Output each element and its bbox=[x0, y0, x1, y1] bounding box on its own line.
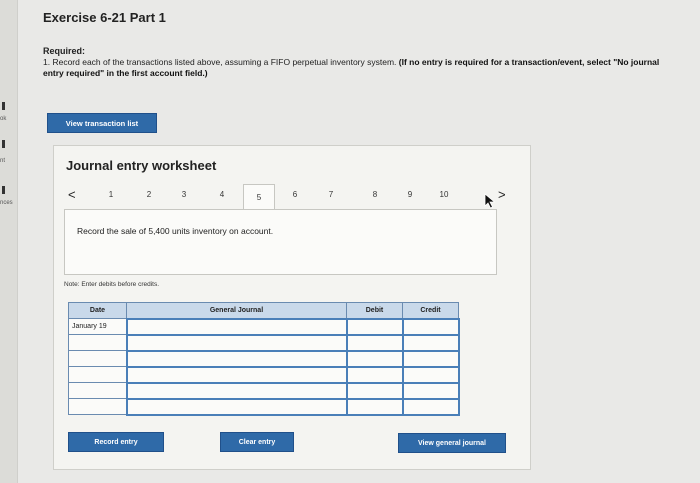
required-label: Required: bbox=[43, 46, 86, 56]
sidebar-bar-icon bbox=[2, 102, 5, 110]
worksheet-pager: < 1 2 3 4 5 6 7 8 9 10 > bbox=[62, 184, 522, 210]
page-2[interactable]: 2 bbox=[142, 190, 156, 199]
journal-table: Date General Journal Debit Credit Januar… bbox=[68, 302, 460, 416]
transaction-description: Record the sale of 5,400 units inventory… bbox=[77, 226, 274, 236]
date-cell bbox=[68, 382, 127, 399]
table-row: January 19 bbox=[68, 317, 460, 336]
mouse-cursor-icon bbox=[484, 193, 496, 209]
sidebar-mark-0: ok bbox=[0, 116, 7, 122]
credit-column-header: Credit bbox=[402, 302, 459, 319]
page-9[interactable]: 9 bbox=[403, 190, 417, 199]
debit-input[interactable] bbox=[345, 317, 404, 336]
sidebar-bar-icon bbox=[2, 186, 5, 194]
page-4[interactable]: 4 bbox=[215, 190, 229, 199]
instruction-text: 1. Record each of the transactions liste… bbox=[43, 57, 399, 67]
transaction-description-box: Record the sale of 5,400 units inventory… bbox=[64, 209, 497, 275]
general-journal-column-header: General Journal bbox=[126, 302, 347, 319]
date-cell bbox=[68, 334, 127, 351]
table-row bbox=[68, 333, 460, 352]
record-entry-button[interactable]: Record entry bbox=[68, 432, 164, 452]
debit-input[interactable] bbox=[345, 349, 404, 368]
credit-input[interactable] bbox=[401, 365, 460, 384]
prev-page-arrow-icon[interactable]: < bbox=[68, 187, 76, 202]
sidebar-mark-2: nces bbox=[0, 200, 13, 206]
page-5-active[interactable]: 5 bbox=[243, 184, 275, 210]
account-input[interactable] bbox=[125, 365, 348, 384]
clear-entry-button[interactable]: Clear entry bbox=[220, 432, 294, 452]
account-input[interactable] bbox=[125, 381, 348, 400]
journal-header-row: Date General Journal Debit Credit bbox=[68, 302, 459, 319]
worksheet-title: Journal entry worksheet bbox=[66, 158, 217, 173]
date-cell bbox=[68, 366, 127, 383]
credit-input[interactable] bbox=[401, 349, 460, 368]
table-row bbox=[68, 397, 460, 416]
date-column-header: Date bbox=[68, 302, 127, 319]
page-6[interactable]: 6 bbox=[288, 190, 302, 199]
page-1[interactable]: 1 bbox=[104, 190, 118, 199]
page-7[interactable]: 7 bbox=[324, 190, 338, 199]
entry-note: Note: Enter debits before credits. bbox=[64, 281, 160, 288]
instructions: 1. Record each of the transactions liste… bbox=[43, 57, 673, 79]
page-10[interactable]: 10 bbox=[437, 190, 451, 199]
debit-input[interactable] bbox=[345, 397, 404, 416]
debit-column-header: Debit bbox=[346, 302, 403, 319]
left-sidebar-strip: ok nt nces bbox=[0, 0, 18, 483]
account-input[interactable] bbox=[125, 397, 348, 416]
page-title: Exercise 6-21 Part 1 bbox=[43, 10, 166, 25]
table-row bbox=[68, 365, 460, 384]
view-general-journal-button[interactable]: View general journal bbox=[398, 433, 506, 453]
debit-input[interactable] bbox=[345, 333, 404, 352]
date-cell bbox=[68, 350, 127, 367]
credit-input[interactable] bbox=[401, 397, 460, 416]
credit-input[interactable] bbox=[401, 381, 460, 400]
date-cell: January 19 bbox=[68, 318, 127, 335]
date-cell bbox=[68, 398, 127, 415]
table-row bbox=[68, 349, 460, 368]
account-input[interactable] bbox=[125, 317, 348, 336]
journal-entry-worksheet: Journal entry worksheet < 1 2 3 4 5 6 7 … bbox=[53, 145, 531, 470]
credit-input[interactable] bbox=[401, 333, 460, 352]
credit-input[interactable] bbox=[401, 317, 460, 336]
account-input[interactable] bbox=[125, 333, 348, 352]
sidebar-bar-icon bbox=[2, 140, 5, 148]
debit-input[interactable] bbox=[345, 365, 404, 384]
page-8[interactable]: 8 bbox=[368, 190, 382, 199]
sidebar-mark-1: nt bbox=[0, 158, 6, 164]
debit-input[interactable] bbox=[345, 381, 404, 400]
next-page-arrow-icon[interactable]: > bbox=[498, 187, 506, 202]
table-row bbox=[68, 381, 460, 400]
account-input[interactable] bbox=[125, 349, 348, 368]
page-3[interactable]: 3 bbox=[177, 190, 191, 199]
view-transaction-list-button[interactable]: View transaction list bbox=[47, 113, 157, 133]
